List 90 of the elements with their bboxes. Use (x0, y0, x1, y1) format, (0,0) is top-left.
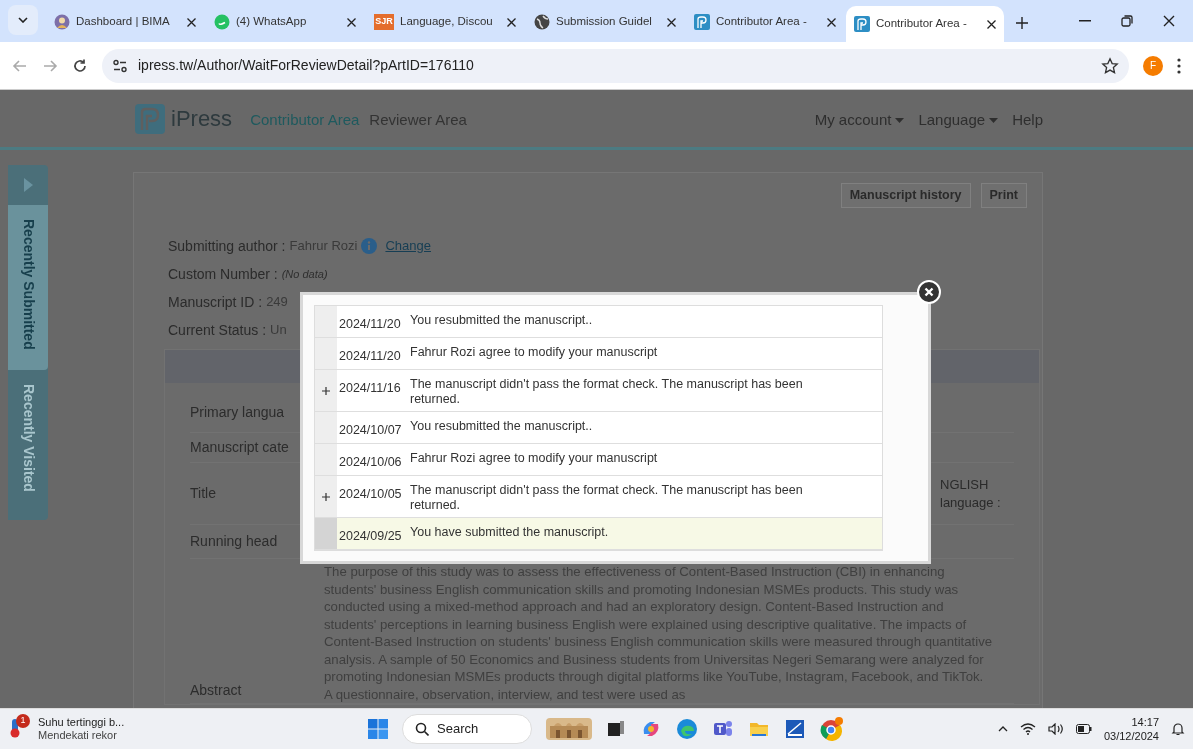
history-message: Fahrur Rozi agree to modify your manuscript (410, 450, 659, 467)
field-label: Submitting author : (168, 236, 286, 256)
row-label: Manuscript cate (190, 438, 289, 457)
tab-title: Submission Guidel (556, 14, 653, 30)
edge-browser-icon[interactable] (676, 718, 698, 740)
title-text: NGLISH (940, 475, 990, 494)
row-label: Primary langua (190, 403, 285, 422)
task-view-icon[interactable] (606, 719, 626, 739)
tab-title: Dashboard | BIMA (76, 14, 171, 30)
scanner-icon[interactable] (784, 718, 806, 740)
chat-icon (214, 14, 230, 30)
notification-badge: 1 (16, 714, 30, 728)
close-icon[interactable] (187, 17, 196, 27)
avatar-icon (54, 14, 70, 30)
bookmark-star-icon[interactable] (1101, 56, 1119, 75)
windows-start-icon[interactable] (368, 719, 388, 739)
speaker-icon[interactable] (1047, 723, 1064, 735)
menu-icon[interactable] (1177, 57, 1181, 74)
browser-tab[interactable]: Contributor Area - (686, 4, 844, 40)
expand-icon[interactable] (322, 386, 330, 395)
history-message: You resubmitted the manuscript.. (410, 418, 594, 435)
new-tab-icon[interactable] (1016, 17, 1028, 29)
browser-tab[interactable]: Contributor Area - (846, 6, 1004, 42)
history-message: The manuscript didn't pass the format check. The manuscript has been returned. (410, 482, 804, 514)
history-date: 2024/09/25 (338, 528, 403, 545)
reload-icon[interactable] (72, 57, 88, 74)
history-message: Fahrur Rozi agree to modify your manuscript (410, 344, 659, 361)
browser-tab[interactable]: (4) WhatsApp (206, 4, 364, 40)
clock-time[interactable]: 14:17 (1131, 715, 1159, 729)
history-message: You have submitted the manuscript. (410, 524, 610, 541)
profile-avatar[interactable]: F (1143, 55, 1163, 76)
restore-icon[interactable] (1121, 15, 1133, 27)
chevron-up-icon[interactable] (997, 726, 1008, 732)
notification-bell-icon[interactable] (1171, 722, 1185, 736)
taskbar-search[interactable]: Search (402, 714, 532, 744)
history-date: 2024/10/07 (338, 422, 403, 439)
history-date: 2024/10/06 (338, 454, 403, 471)
clock-date[interactable]: 03/12/2024 (1103, 729, 1159, 743)
address-bar[interactable]: ipress.tw/Author/WaitForReviewDetail?pArtID=176110 (102, 48, 1129, 83)
tab-title: (4) WhatsApp (236, 14, 308, 30)
close-icon[interactable] (347, 17, 356, 27)
row-label: Running head (190, 532, 278, 551)
site-logo: SJR (374, 14, 394, 30)
row-label: Title (190, 484, 216, 503)
close-icon[interactable] (667, 17, 676, 27)
close-icon[interactable] (507, 17, 516, 27)
history-message: The manuscript didn't pass the format check. The manuscript has been returned. (410, 376, 804, 408)
tab-search-icon[interactable] (18, 16, 28, 23)
field-label: Manuscript ID : (168, 292, 263, 312)
tab-title: Contributor Area - (876, 16, 968, 32)
weather-subtitle: Mendekati rekor (38, 729, 118, 742)
change-link[interactable]: Change (385, 236, 431, 256)
globe-icon (534, 14, 550, 30)
close-icon[interactable] (987, 19, 996, 29)
field-label: Current Status : (168, 320, 267, 340)
row-gutter (315, 306, 337, 337)
search-icon (415, 722, 429, 736)
sidebar-tab[interactable]: Recently Visited (8, 370, 48, 520)
browser-tab[interactable]: Dashboard | BIMA (46, 4, 204, 40)
browser-tab[interactable]: Submission Guidel (526, 4, 684, 40)
tab-title: Contributor Area - (716, 14, 808, 30)
menu-link[interactable]: Help (1012, 109, 1043, 132)
weather-title: Suhu tertinggi b... (38, 716, 125, 729)
close-icon[interactable] (827, 17, 836, 27)
minimize-icon[interactable] (1079, 20, 1091, 22)
print-button[interactable]: Print (980, 183, 1027, 208)
sidebar-tab[interactable]: Recently Submitted (8, 205, 48, 370)
row-label: Abstract (190, 681, 242, 700)
url-text: ipress.tw/Author/WaitForReviewDetail?pArtID=176110 (138, 56, 475, 75)
menu-link[interactable]: Language (918, 109, 999, 132)
history-date: 2024/10/05 (338, 486, 403, 503)
battery-icon[interactable] (1075, 724, 1092, 734)
chrome-browser-icon[interactable] (820, 717, 844, 741)
field-value: (No data) (281, 266, 328, 282)
history-date: 2024/11/20 (338, 348, 402, 365)
history-date: 2024/11/16 (338, 380, 402, 397)
tab-title: Language, Discou (400, 14, 494, 30)
menu-link[interactable]: My account (814, 109, 905, 132)
field-label: Custom Number : (168, 264, 278, 284)
expand-icon[interactable] (322, 492, 330, 501)
brand-name: iPress (171, 105, 233, 133)
history-date: 2024/11/20 (338, 316, 402, 333)
history-button[interactable]: Manuscript history (840, 183, 971, 208)
history-message: You resubmitted the manuscript.. (410, 312, 594, 329)
close-icon (924, 287, 934, 297)
close-icon[interactable] (1163, 15, 1175, 27)
site-settings-icon[interactable] (112, 58, 128, 73)
title-text: language : (940, 493, 1002, 512)
wifi-icon[interactable] (1019, 723, 1036, 735)
browser-tab[interactable]: SJR Language, Discou (366, 4, 524, 40)
